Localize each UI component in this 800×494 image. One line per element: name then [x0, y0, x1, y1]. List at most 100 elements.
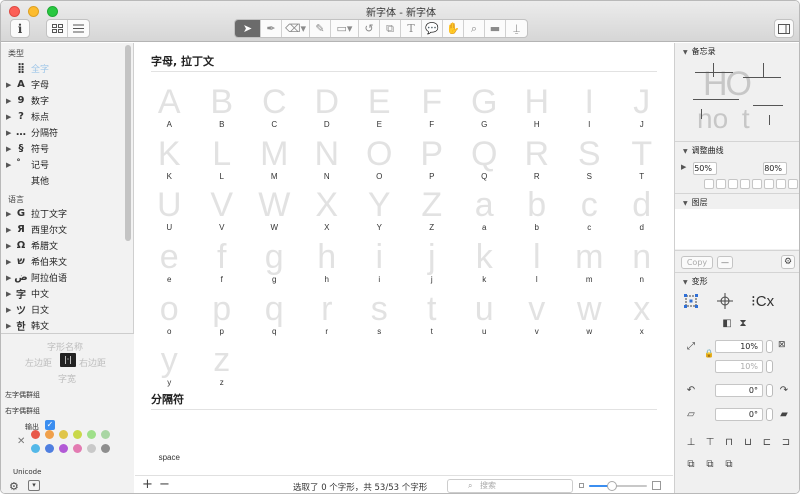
sidebar-item-category[interactable]: ▶… 分隔符	[6, 125, 58, 140]
glyph-cell[interactable]: QQ	[458, 137, 511, 189]
scale-y-stepper[interactable]	[766, 360, 773, 373]
remove-layer-button[interactable]: —	[717, 256, 733, 269]
glyph-cell[interactable]: aa	[458, 188, 511, 240]
glyph-cell[interactable]: MM	[248, 137, 301, 189]
list-view-button[interactable]	[68, 20, 89, 37]
rsb-field[interactable]: 右边距	[79, 356, 106, 369]
glyph-cell[interactable]: JJ	[616, 85, 669, 137]
glyph-cell[interactable]: oo	[143, 292, 196, 344]
color-label-swatch[interactable]	[73, 430, 82, 439]
glyph-cell[interactable]: uu	[458, 292, 511, 344]
scale-tool[interactable]: ⧉	[380, 20, 401, 37]
remove-glyph-button[interactable]: −	[159, 477, 170, 492]
zoom-slider[interactable]	[589, 481, 647, 491]
disclosure-triangle-icon[interactable]: ▶	[6, 161, 14, 169]
curve-value-box[interactable]	[776, 179, 786, 189]
sidebar-item-language[interactable]: ▶ ש 希伯来文	[6, 254, 67, 269]
glyph-cell[interactable]: ff	[196, 240, 249, 292]
glyph-cell[interactable]: vv	[511, 292, 564, 344]
no-color-icon[interactable]: ✕	[17, 436, 25, 447]
sidebar-item-category[interactable]: ▶ 9 数字	[6, 93, 49, 108]
color-label-swatch[interactable]	[87, 444, 96, 453]
glyph-cell[interactable]: rr	[301, 292, 354, 344]
color-label-swatch[interactable]	[45, 444, 54, 453]
sidebar-item-language[interactable]: ▶ ض 阿拉伯语	[6, 270, 67, 285]
disclosure-triangle-icon[interactable]: ▶	[6, 322, 14, 330]
select-tool[interactable]: ➤	[235, 20, 261, 37]
gear-icon[interactable]: ⚙	[9, 480, 19, 493]
rectangle-tool[interactable]: ▭▾	[331, 20, 359, 37]
curve-value-box[interactable]	[764, 179, 774, 189]
zoom-tool[interactable]: ⌕	[464, 20, 485, 37]
disclosure-triangle-icon[interactable]: ▶	[6, 258, 14, 266]
disclosure-triangle-icon[interactable]: ▶	[6, 290, 14, 298]
disclosure-triangle-icon[interactable]: ▶	[6, 306, 14, 314]
glyph-cell[interactable]: UU	[143, 188, 196, 240]
glyph-cell[interactable]: yy	[143, 343, 196, 395]
glyph-cell[interactable]: dd	[616, 188, 669, 240]
scale-step-icon[interactable]: ⊠	[778, 340, 790, 353]
glyph-cell[interactable]: XX	[301, 188, 354, 240]
export-checkbox[interactable]: ✓	[45, 420, 55, 430]
add-glyph-button[interactable]: +	[142, 477, 153, 492]
glyph-cell[interactable]: OO	[353, 137, 406, 189]
rotate-tool[interactable]: ↺	[359, 20, 380, 37]
sidebar-item-language[interactable]: ▶ ツ日文	[6, 302, 49, 318]
glyph-cell[interactable]: ss	[353, 292, 406, 344]
glyph-cell[interactable]: TT	[616, 137, 669, 189]
rotate-apply-icon[interactable]: ↷	[776, 382, 792, 398]
color-label-swatch[interactable]	[45, 430, 54, 439]
glyph-cell[interactable]: bb	[511, 188, 564, 240]
glyph-name-field[interactable]: 字形名称	[47, 340, 83, 353]
glyph-cell[interactable]: kk	[458, 240, 511, 292]
disclosure-triangle-icon[interactable]: ▶	[6, 129, 14, 137]
slant-apply-icon[interactable]: ▰	[776, 406, 792, 422]
sidebar-item-language[interactable]: ▶ 한 韩文	[6, 318, 49, 334]
flip-horizontal-icon[interactable]: ◧	[719, 315, 735, 331]
origin-label[interactable]: ⁝Cx	[751, 292, 774, 310]
disclosure-triangle-icon[interactable]: ▶	[6, 274, 14, 282]
text-tool[interactable]: T	[401, 20, 422, 37]
rotate-field[interactable]: 0°	[715, 384, 763, 397]
color-label-swatch[interactable]	[31, 430, 40, 439]
slant-field[interactable]: 0°	[715, 408, 763, 421]
distribute-icon[interactable]: ⊔	[740, 434, 756, 450]
glyph-cell[interactable]: YY	[353, 188, 406, 240]
curve-max-field[interactable]: 80%	[763, 162, 787, 175]
glyph-cell[interactable]: jj	[406, 240, 459, 292]
glyph-cell[interactable]: GG	[458, 85, 511, 137]
disclosure-triangle-icon[interactable]: ▶	[6, 81, 14, 89]
sidebar-item-category[interactable]: ▶̊记号	[6, 157, 49, 172]
disclosure-triangle-icon[interactable]: ▶	[6, 210, 14, 218]
scale-x-field[interactable]: 10%	[715, 340, 763, 353]
dropdown-button[interactable]: ▾	[28, 480, 40, 491]
layer-settings-icon[interactable]: ⚙	[781, 255, 795, 269]
sidebar-scrollbar[interactable]	[125, 45, 131, 241]
scale-x-stepper[interactable]	[766, 340, 773, 353]
glyph-cell[interactable]: gg	[248, 240, 301, 292]
disclosure-triangle-icon[interactable]: ▶	[6, 113, 14, 121]
hand-tool[interactable]: ✋	[443, 20, 464, 37]
glyph-cell[interactable]: EE	[353, 85, 406, 137]
rotate-icon[interactable]: ↶	[683, 382, 699, 398]
layers-list[interactable]	[675, 209, 799, 249]
slant-icon[interactable]: ▱	[683, 406, 699, 422]
sidebar-item-category[interactable]: ▶? 标点	[6, 109, 49, 124]
curve-value-box[interactable]	[728, 179, 738, 189]
glyph-cell[interactable]: space	[143, 423, 196, 475]
scale-icon[interactable]: ⤢	[683, 338, 699, 354]
color-label-swatch[interactable]	[59, 430, 68, 439]
glyph-cell[interactable]: KK	[143, 137, 196, 189]
sidebar-item-language[interactable]: ▶ 字中文	[6, 286, 49, 302]
glyph-cell[interactable]: DD	[301, 85, 354, 137]
glyph-cell[interactable]: FF	[406, 85, 459, 137]
copy-button[interactable]: Copy	[681, 256, 713, 269]
glyph-cell[interactable]: WW	[248, 188, 301, 240]
flip-vertical-icon[interactable]: ⧗	[735, 315, 751, 331]
glyph-cell[interactable]: ee	[143, 240, 196, 292]
origin-crosshair-icon[interactable]	[717, 293, 733, 309]
rotate-stepper[interactable]	[766, 384, 773, 397]
curve-header[interactable]: ▼ 调整曲线	[683, 145, 724, 156]
disclosure-triangle-icon[interactable]: ▶	[6, 145, 14, 153]
align-left-icon[interactable]: ⊏	[759, 434, 775, 450]
